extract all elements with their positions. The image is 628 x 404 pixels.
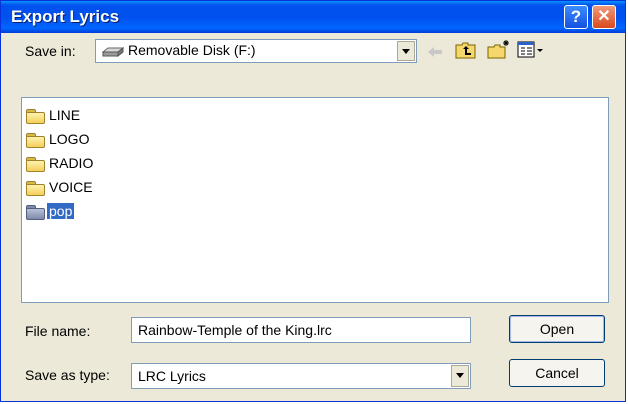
view-menu-icon[interactable] xyxy=(517,41,545,64)
folder-name: VOICE xyxy=(49,179,93,195)
folder-name: pop xyxy=(47,203,75,219)
title-bar[interactable]: Export Lyrics ? ✕ xyxy=(1,1,625,33)
file-name-label: File name: xyxy=(25,323,91,339)
folder-icon xyxy=(26,157,45,172)
folder-icon xyxy=(26,181,45,196)
save-in-dropdown[interactable]: Removable Disk (F:) xyxy=(95,39,417,63)
folder-name: RADIO xyxy=(49,155,94,171)
close-button[interactable]: ✕ xyxy=(592,5,616,29)
help-button[interactable]: ? xyxy=(564,5,588,29)
file-name-field[interactable]: Rainbow-Temple of the King.lrc xyxy=(131,317,471,343)
file-name-value: Rainbow-Temple of the King.lrc xyxy=(138,322,332,338)
chevron-down-icon[interactable] xyxy=(397,41,415,61)
save-in-label: Save in: xyxy=(25,43,76,59)
up-one-level-icon[interactable] xyxy=(455,41,477,64)
window-title: Export Lyrics xyxy=(11,7,120,26)
folder-icon xyxy=(26,205,45,220)
folder-name: LOGO xyxy=(49,131,90,147)
folder-name: LINE xyxy=(49,107,81,123)
open-button[interactable]: Open xyxy=(509,315,605,343)
create-new-folder-icon[interactable] xyxy=(487,39,511,64)
file-list[interactable]: LINE LOGO RADIO VOICE pop xyxy=(21,97,609,303)
removable-disk-icon xyxy=(101,45,125,63)
folder-icon xyxy=(26,133,45,148)
save-as-type-label: Save as type: xyxy=(25,367,110,383)
back-arrow-icon[interactable] xyxy=(427,45,443,63)
save-as-type-dropdown[interactable]: LRC Lyrics xyxy=(131,363,471,389)
save-in-value: Removable Disk (F:) xyxy=(128,42,256,58)
cancel-button[interactable]: Cancel xyxy=(509,359,605,387)
save-as-type-value: LRC Lyrics xyxy=(138,368,206,384)
folder-icon xyxy=(26,109,45,124)
chevron-down-icon[interactable] xyxy=(451,365,469,387)
export-lyrics-dialog: Export Lyrics ? ✕ Save in: Removable Dis… xyxy=(0,0,626,402)
